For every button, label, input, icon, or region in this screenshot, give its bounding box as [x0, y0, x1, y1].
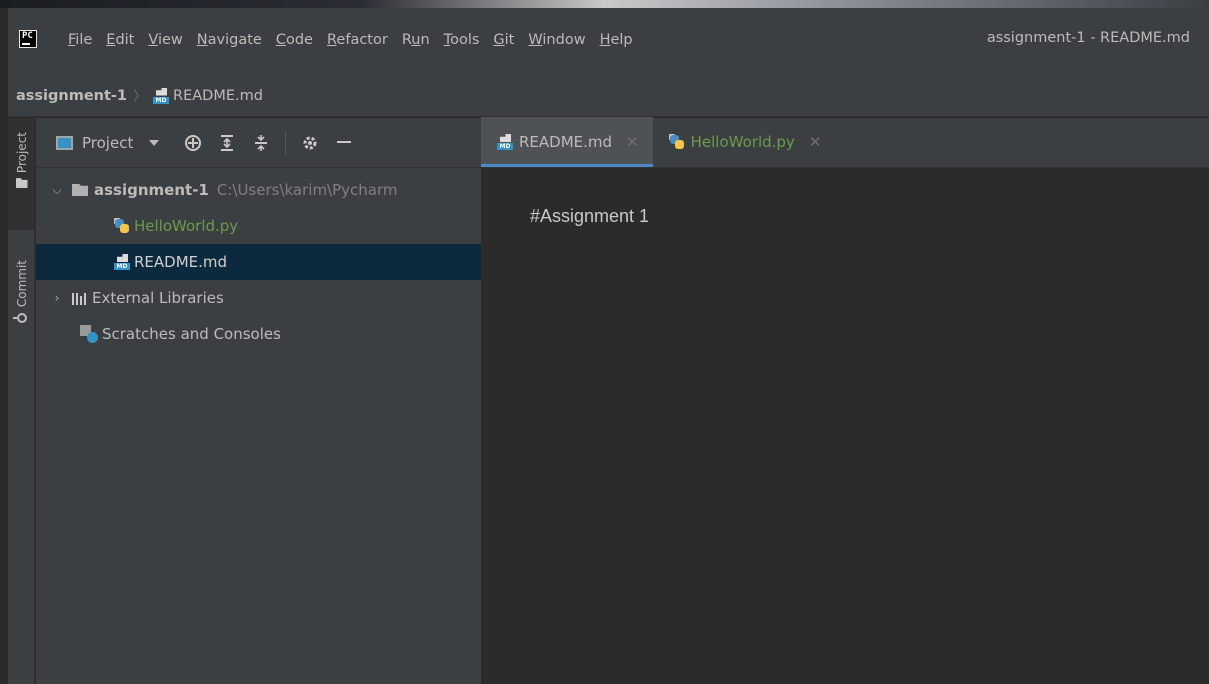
folder-icon [15, 178, 28, 189]
menu-code[interactable]: Code [276, 32, 313, 48]
tree-file-helloworld[interactable]: HelloWorld.py [36, 208, 481, 244]
chevron-down-icon[interactable] [149, 139, 160, 146]
tree-root-name: assignment-1 [94, 181, 209, 199]
locate-icon[interactable] [183, 133, 203, 153]
gear-icon[interactable] [300, 133, 320, 153]
project-panel: Project ⌵ assignment-1 C:\Users\karim\Py… [36, 118, 481, 684]
markdown-icon: MD [114, 254, 130, 270]
breadcrumb-file-label: README.md [173, 87, 263, 104]
tree-root-path: C:\Users\karim\Pycharm [216, 181, 398, 199]
project-panel-header: Project [36, 118, 481, 168]
chevron-right-icon[interactable]: › [52, 291, 62, 305]
python-icon [114, 218, 130, 234]
tree-file-readme-label: README.md [134, 253, 228, 271]
python-icon [668, 134, 685, 150]
chevron-down-icon[interactable]: ⌵ [52, 183, 62, 198]
tree-root-folder[interactable]: ⌵ assignment-1 C:\Users\karim\Pycharm [36, 172, 481, 208]
collapse-all-icon[interactable] [251, 133, 271, 153]
tree-file-readme[interactable]: MD README.md [36, 244, 481, 280]
hide-icon[interactable] [334, 133, 354, 153]
side-tab-commit[interactable]: Commit [8, 260, 35, 360]
markdown-icon: MD [153, 87, 170, 104]
toolbar-divider [285, 130, 287, 155]
project-tree: ⌵ assignment-1 C:\Users\karim\Pycharm He… [36, 168, 481, 352]
close-icon[interactable]: ✕ [626, 133, 639, 151]
desktop-strip [0, 0, 1209, 8]
menu-git[interactable]: Git [493, 32, 514, 48]
tree-scratches-label: Scratches and Consoles [102, 325, 281, 343]
breadcrumb-project[interactable]: assignment-1 [16, 88, 127, 104]
menu-bar: PC File Edit View Navigate Code Refactor… [8, 8, 1209, 75]
side-tab-project-label: Project [14, 132, 29, 174]
menu-view[interactable]: View [148, 32, 182, 48]
tree-scratches[interactable]: Scratches and Consoles [36, 316, 481, 352]
menu-edit[interactable]: Edit [106, 32, 134, 48]
editor-content[interactable]: #Assignment 1 [530, 206, 649, 227]
tree-external-libraries[interactable]: › External Libraries [36, 280, 481, 316]
menu-tools[interactable]: Tools [444, 32, 480, 48]
breadcrumb-file[interactable]: MD README.md [153, 87, 263, 104]
tree-file-helloworld-label: HelloWorld.py [134, 217, 239, 235]
left-tool-strip: Project Commit [8, 118, 35, 684]
menu-refactor[interactable]: Refactor [327, 32, 388, 48]
tab-helloworld-label: HelloWorld.py [690, 133, 795, 151]
breadcrumb-separator-icon: 〉 [133, 88, 148, 105]
main-menu: File Edit View Navigate Code Refactor Ru… [68, 30, 647, 50]
tab-readme[interactable]: MD README.md ✕ [481, 117, 653, 167]
tab-helloworld[interactable]: HelloWorld.py ✕ [653, 117, 836, 167]
menu-file[interactable]: File [68, 32, 92, 48]
scratch-icon [80, 325, 98, 343]
project-view-icon [56, 135, 73, 150]
project-panel-title[interactable]: Project [82, 134, 133, 152]
editor-tab-bar: MD README.md ✕ HelloWorld.py ✕ [481, 117, 1209, 168]
pycharm-logo-icon: PC [19, 30, 37, 48]
close-icon[interactable]: ✕ [809, 133, 822, 151]
menu-run[interactable]: Run [402, 32, 430, 48]
tab-readme-label: README.md [519, 133, 613, 151]
side-tab-project[interactable]: Project [8, 118, 35, 230]
tree-external-libraries-label: External Libraries [92, 289, 224, 307]
menu-navigate[interactable]: Navigate [197, 32, 262, 48]
folder-icon [72, 184, 88, 196]
menu-window[interactable]: Window [528, 32, 585, 48]
markdown-icon: MD [497, 134, 513, 150]
editor-area: MD README.md ✕ HelloWorld.py ✕ #Assignme… [481, 117, 1209, 684]
expand-all-icon[interactable] [217, 133, 237, 153]
libraries-icon [72, 291, 86, 305]
breadcrumb: assignment-1 〉 MD README.md [8, 75, 1209, 117]
window-title: assignment-1 - README.md [986, 30, 1190, 46]
menu-help[interactable]: Help [600, 32, 633, 48]
commit-icon [12, 313, 27, 324]
side-tab-commit-label: Commit [14, 260, 29, 308]
